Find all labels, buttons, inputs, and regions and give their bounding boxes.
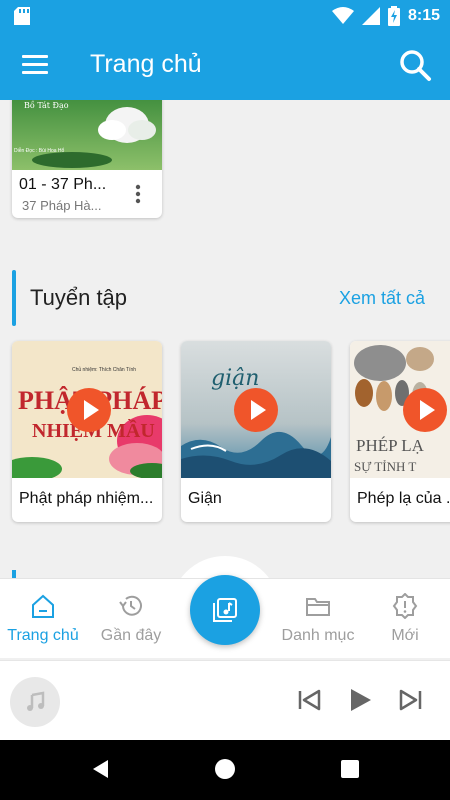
app-bar: Trang chủ: [0, 30, 450, 100]
more-options-icon[interactable]: [134, 184, 142, 204]
music-library-button[interactable]: [190, 575, 260, 645]
music-library-icon: [213, 598, 237, 622]
play-icon[interactable]: [345, 685, 375, 715]
new-badge-icon: [392, 593, 418, 619]
skip-next-icon[interactable]: [395, 685, 425, 715]
album-card[interactable]: giận Giận: [181, 341, 331, 522]
page-title: Trang chủ: [90, 50, 202, 78]
nav-item-new[interactable]: Mới: [360, 593, 450, 645]
cover-text: SỰ TỈNH T: [354, 459, 416, 474]
system-navigation-bar: [0, 740, 450, 800]
hamburger-menu-icon[interactable]: [22, 52, 48, 76]
recent-card-thumbnail: Bồ Tát Đạo Diễn Đọc : Bùi Hoa Hổ: [12, 100, 162, 170]
play-button[interactable]: [234, 388, 278, 432]
nav-label: Trang chủ: [7, 627, 79, 644]
album-title: Giận: [188, 490, 222, 507]
status-bar: 8:15: [0, 0, 450, 30]
recent-card-title: 01 - 37 Ph...: [19, 176, 107, 193]
section-title: Tuyển tập: [30, 285, 128, 310]
sd-card-icon: [14, 7, 30, 25]
album-card[interactable]: PHÉP LẠ SỰ TỈNH T Phép lạ của ...: [350, 341, 450, 522]
recents-icon[interactable]: [339, 758, 361, 780]
nav-label: Mới: [391, 627, 419, 644]
recent-card[interactable]: Bồ Tát Đạo Diễn Đọc : Bùi Hoa Hổ 01 - 37…: [12, 100, 162, 218]
album-title: Phép lạ của ...: [357, 490, 450, 507]
section-accent-bar: [12, 270, 16, 326]
player-artwork[interactable]: [10, 677, 60, 727]
nav-label: Danh mục: [281, 627, 355, 644]
back-icon[interactable]: [90, 758, 112, 780]
home-icon: [32, 594, 54, 618]
cover-text: PHÉP LẠ: [356, 436, 425, 455]
thumb-title: Bồ Tát Đạo: [24, 101, 69, 110]
clock: 8:15: [407, 7, 440, 24]
nav-label: Gần đây: [100, 627, 162, 644]
battery-charging-icon: [387, 6, 400, 26]
section-accent-bar: [12, 570, 16, 578]
folder-icon: [306, 598, 330, 616]
nav-item-categories[interactable]: Danh mục: [273, 593, 363, 645]
music-note-icon: [27, 691, 45, 711]
thumb-caption: Diễn Đọc : Bùi Hoa Hổ: [14, 147, 65, 154]
album-title: Phật pháp nhiệm...: [19, 490, 154, 507]
home-button-icon[interactable]: [214, 758, 236, 780]
signal-icon: [361, 7, 380, 25]
nav-item-recent[interactable]: Gần đây: [86, 593, 176, 645]
history-icon: [119, 595, 142, 616]
home-content[interactable]: Bồ Tát Đạo Diễn Đọc : Bùi Hoa Hổ 01 - 37…: [0, 100, 450, 578]
mini-player[interactable]: [0, 660, 450, 740]
search-icon[interactable]: [398, 48, 432, 82]
wifi-icon: [331, 7, 354, 24]
recent-card-subtitle: 37 Pháp Hà...: [22, 198, 102, 213]
play-button[interactable]: [67, 388, 111, 432]
album-card[interactable]: Chủ nhiệm: Thích Chân Tính PHẬT PHÁP NHI…: [12, 341, 162, 522]
nav-item-home[interactable]: Trang chủ: [0, 593, 88, 645]
cover-top: Chủ nhiệm: Thích Chân Tính: [72, 366, 136, 373]
play-button[interactable]: [403, 388, 447, 432]
skip-previous-icon[interactable]: [295, 685, 325, 715]
see-all-link[interactable]: Xem tất cả: [339, 288, 425, 309]
